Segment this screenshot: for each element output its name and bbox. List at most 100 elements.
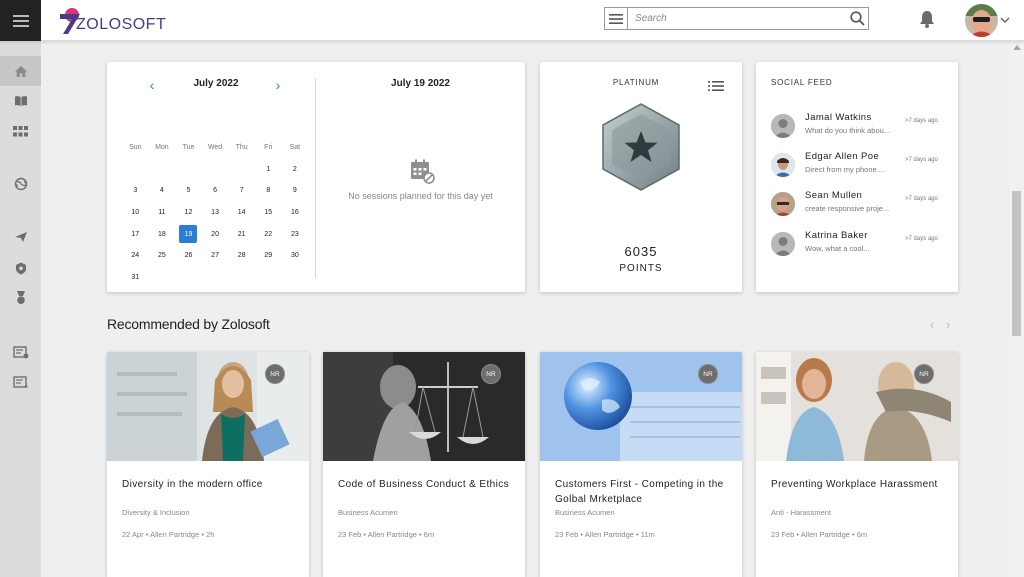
feed-author: Katrina Baker (805, 230, 868, 241)
calendar-day[interactable]: 30 (282, 245, 309, 267)
calendar-day-number: 28 (237, 252, 246, 260)
carousel-prev-chevron-icon[interactable]: ‹ (930, 317, 934, 332)
weekday-label: Sun (129, 144, 142, 152)
search-button[interactable] (846, 8, 868, 29)
feed-message: Wow, what a cool... (805, 244, 870, 253)
calendar-day[interactable]: 21 (228, 223, 255, 245)
calendar-day[interactable]: 8 (255, 180, 282, 202)
sidebar-item-analytics[interactable] (0, 367, 41, 397)
menu-toggle-button[interactable] (0, 0, 41, 41)
avatar (771, 114, 795, 138)
calendar-day[interactable]: 17 (122, 223, 149, 245)
feed-message: What do you think abou... (805, 126, 891, 135)
calendar-day[interactable]: 12 (175, 202, 202, 224)
calendar-day[interactable]: 15 (255, 202, 282, 224)
calendar-empty-cell (282, 267, 309, 289)
calendar-day[interactable]: 3 (122, 180, 149, 202)
calendar-day-number: 12 (184, 209, 193, 217)
sessions-panel: July 19 2022 No sessions planned for thi… (316, 62, 525, 292)
calendar-day[interactable]: 26 (175, 245, 202, 267)
course-card[interactable]: NR Code of Business Conduct & Ethics Bus… (323, 352, 525, 577)
bell-icon[interactable] (918, 9, 936, 29)
calendar-day[interactable]: 2 (282, 159, 309, 181)
prev-month-chevron-icon[interactable]: ‹ (146, 77, 158, 93)
calendar-day[interactable]: 1 (255, 159, 282, 181)
calendar-empty-cell (255, 267, 282, 289)
sidebar-item-security[interactable] (0, 253, 41, 283)
calendar-day-number: 20 (211, 230, 219, 238)
feed-author: Edgar Allen Poe (805, 151, 880, 162)
list-icon[interactable] (708, 80, 724, 92)
page-scrollbar[interactable] (1010, 41, 1024, 577)
course-meta: 22 Apr • Allen Partridge • 2h (122, 530, 215, 539)
course-category: Diversity & Inclusion (122, 508, 190, 517)
calendar-day[interactable]: 7 (228, 180, 255, 202)
calendar-day[interactable]: 31 (122, 267, 149, 289)
calendar-day[interactable]: 9 (282, 180, 309, 202)
course-category: Anti - Harassment (771, 508, 832, 517)
top-header: ZOLOSOFT (0, 0, 1024, 41)
calendar-day[interactable]: 10 (122, 202, 149, 224)
calendar-day[interactable]: 22 (255, 223, 282, 245)
feed-item[interactable]: Sean Mullen create responsive proje... >… (771, 190, 953, 226)
course-category: Business Acumen (338, 508, 398, 517)
calendar-day[interactable]: 23 (282, 223, 309, 245)
home-icon (14, 65, 27, 77)
calendar-day[interactable]: 28 (228, 245, 255, 267)
sidebar-item-reports[interactable] (0, 337, 41, 367)
course-meta: 23 Feb • Allen Partridge • 6m (338, 530, 435, 539)
feed-timestamp: >7 days ago (905, 236, 938, 242)
feed-item[interactable]: Katrina Baker Wow, what a cool... >7 day… (771, 230, 953, 266)
scroll-up-arrow-icon[interactable] (1013, 45, 1021, 50)
calendar-day[interactable]: 16 (282, 202, 309, 224)
next-month-chevron-icon[interactable]: › (272, 77, 284, 93)
calendar-empty-cell (175, 267, 202, 289)
weekday-label: Mon (155, 144, 169, 152)
course-card[interactable]: NR Preventing Workplace Harassment Anti … (756, 352, 958, 577)
feed-item[interactable]: Jamal Watkins What do you think abou... … (771, 112, 953, 148)
sidebar-item-badges[interactable] (0, 283, 41, 313)
feed-timestamp: >7 days ago (905, 157, 938, 163)
course-thumbnail: NR (107, 352, 309, 461)
calendar-day[interactable]: 11 (149, 202, 176, 224)
calendar-day[interactable]: 13 (202, 202, 229, 224)
sidebar-item-catalog[interactable] (0, 116, 41, 146)
sidebar-item-community[interactable] (0, 169, 41, 199)
calendar-day-number: 29 (264, 252, 273, 260)
sidebar-item-library[interactable] (0, 86, 41, 116)
calendar-day[interactable]: 5 (175, 180, 202, 202)
course-card[interactable]: NR Customers First - Competing in the Go… (540, 352, 742, 577)
calendar-day[interactable]: 19 (175, 223, 202, 245)
calendar-day[interactable]: 25 (149, 245, 176, 267)
calendar-day[interactable]: 6 (202, 180, 229, 202)
sidebar-item-send[interactable] (0, 222, 41, 252)
carousel-next-chevron-icon[interactable]: › (946, 317, 950, 332)
search-bar (604, 7, 869, 30)
chevron-down-icon[interactable] (1000, 16, 1010, 24)
search-filter-button[interactable] (605, 8, 628, 29)
calendar-day-number: 27 (211, 252, 219, 260)
logo[interactable]: ZOLOSOFT (56, 5, 166, 37)
calendar-day-number: 13 (211, 209, 219, 217)
avatar (771, 192, 795, 216)
calendar-empty-cell (202, 267, 229, 289)
weekday-label: Fri (264, 144, 273, 152)
calendar-day[interactable]: 4 (149, 180, 176, 202)
medal-icon (16, 291, 25, 304)
feed-author: Sean Mullen (805, 190, 863, 201)
feed-item[interactable]: Edgar Allen Poe Direct from my phone....… (771, 151, 953, 187)
calendar-day[interactable]: 29 (255, 245, 282, 267)
calendar-day[interactable]: 27 (202, 245, 229, 267)
search-input[interactable] (628, 8, 846, 29)
calendar-day[interactable]: 18 (149, 223, 176, 245)
logo-icon (60, 8, 80, 34)
feed-message: Direct from my phone.... (805, 165, 886, 174)
calendar-day-number: 4 (159, 187, 164, 195)
calendar-day[interactable]: 24 (122, 245, 149, 267)
calendar-day[interactable]: 20 (202, 223, 229, 245)
course-card[interactable]: NR Diversity in the modern office Divers… (107, 352, 309, 577)
user-avatar[interactable] (965, 4, 998, 37)
sidebar-item-home[interactable] (0, 56, 41, 86)
calendar-day[interactable]: 14 (228, 202, 255, 224)
scrollbar-thumb[interactable] (1012, 191, 1021, 336)
